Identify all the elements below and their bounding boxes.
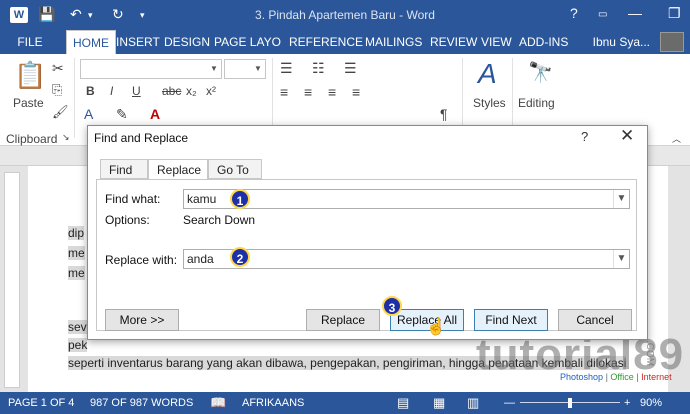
copy-icon[interactable]: ⎘	[52, 82, 62, 98]
multilevel-list-icon[interactable]: ☰	[344, 60, 357, 77]
tab-page-layout[interactable]: PAGE LAYO	[208, 30, 287, 54]
word-count[interactable]: 987 OF 987 WORDS	[90, 397, 193, 409]
ribbon-options-icon[interactable]: ▭	[598, 9, 607, 20]
help-icon[interactable]: ?	[570, 5, 578, 21]
replace-panel: Find what: kamu ▼ Options: Search Down R…	[96, 179, 637, 331]
tab-file[interactable]: FILE	[0, 30, 60, 54]
font-color-icon[interactable]: A	[150, 106, 160, 122]
find-next-button[interactable]: Find Next	[474, 309, 548, 331]
tab-references[interactable]: REFERENCE	[283, 30, 369, 54]
chevron-down-icon[interactable]: ▼	[613, 190, 629, 208]
watermark-tag-office: Office	[610, 372, 634, 382]
text-effects-icon[interactable]: A	[84, 106, 93, 122]
tab-go-to[interactable]: Go To	[208, 159, 262, 179]
font-size-combo[interactable]: ▼	[224, 59, 266, 79]
cancel-button[interactable]: Cancel	[558, 309, 632, 331]
replace-button[interactable]: Replace	[306, 309, 380, 331]
dialog-title: Find and Replace	[94, 131, 189, 145]
options-value: Search Down	[183, 213, 256, 227]
watermark-tagline: Photoshop | Office | Internet	[560, 372, 672, 382]
read-mode-icon[interactable]: ▤	[397, 395, 409, 411]
replace-with-value: anda	[187, 252, 214, 266]
zoom-in-icon[interactable]: +	[624, 397, 630, 409]
status-bar: PAGE 1 OF 4 987 OF 987 WORDS 📖 AFRIKAANS…	[0, 392, 690, 414]
superscript-button[interactable]: x²	[206, 84, 216, 98]
justify-icon[interactable]: ≡	[352, 84, 360, 100]
divider	[74, 58, 75, 138]
more-button[interactable]: More >>	[105, 309, 179, 331]
find-what-input[interactable]: kamu ▼	[183, 189, 630, 209]
replace-with-label: Replace with:	[105, 253, 178, 267]
document-text-line[interactable]: dip	[68, 226, 85, 240]
bold-button[interactable]: B	[86, 84, 95, 98]
proofing-icon[interactable]: 📖	[210, 395, 226, 411]
step-marker-1: 1	[230, 189, 250, 209]
step-marker-2: 2	[230, 247, 250, 267]
document-text-line[interactable]: sev	[68, 320, 87, 334]
numbering-icon[interactable]: ☷	[312, 60, 325, 77]
dialog-close-icon[interactable]: ✕	[620, 126, 634, 146]
chevron-down-icon[interactable]: ▼	[613, 250, 629, 268]
align-left-icon[interactable]: ≡	[280, 84, 288, 100]
web-layout-icon[interactable]: ▥	[467, 395, 479, 411]
replace-with-input[interactable]: anda ▼	[183, 249, 630, 269]
title-bar: W 💾 ↶ ▾ ↻ ▾ 3. Pindah Apartemen Baru - W…	[0, 0, 690, 30]
subscript-button[interactable]: x₂	[186, 84, 197, 98]
center-icon[interactable]: ≡	[304, 84, 312, 100]
document-text-line[interactable]: me	[68, 246, 85, 260]
underline-button[interactable]: U	[132, 84, 141, 98]
avatar[interactable]	[660, 32, 684, 52]
window-title: 3. Pindah Apartemen Baru - Word	[255, 8, 435, 22]
document-text-line[interactable]: me	[68, 266, 85, 280]
tab-add-ins[interactable]: ADD-INS	[513, 30, 574, 54]
zoom-slider-thumb[interactable]	[568, 398, 572, 408]
user-name[interactable]: Ibnu Sya...	[593, 35, 650, 49]
mouse-pointer-icon: ☝	[426, 319, 446, 336]
vertical-ruler[interactable]	[4, 172, 20, 388]
ribbon-tabs: FILE HOME INSERT DESIGN PAGE LAYO REFERE…	[0, 30, 690, 54]
bullets-icon[interactable]: ☰	[280, 60, 293, 77]
styles-button[interactable]: Styles	[473, 96, 506, 110]
dialog-help-icon[interactable]: ?	[581, 129, 588, 144]
collapse-ribbon-icon[interactable]: ︿	[672, 132, 681, 145]
highlight-color-icon[interactable]: ✎	[116, 106, 128, 123]
zoom-level[interactable]: 90%	[640, 397, 662, 409]
watermark-com: .COM	[644, 340, 655, 367]
find-replace-dialog: Find and Replace ? ✕ Find Replace Go To …	[87, 125, 648, 340]
chevron-down-icon[interactable]: ▼	[207, 60, 221, 78]
find-what-label: Find what:	[105, 192, 161, 206]
find-binoculars-icon[interactable]: 🔭	[528, 60, 553, 85]
tab-home[interactable]: HOME	[66, 30, 116, 54]
find-what-value: kamu	[187, 192, 217, 206]
format-painter-icon[interactable]: 🖌	[52, 104, 69, 120]
document-text-line[interactable]: pek	[68, 338, 88, 352]
strikethrough-button[interactable]: abc	[162, 84, 181, 98]
watermark-tag-internet: Internet	[641, 372, 672, 382]
chevron-down-icon[interactable]: ▼	[251, 60, 265, 78]
zoom-out-icon[interactable]: —	[504, 397, 515, 409]
font-name-combo[interactable]: ▼	[80, 59, 222, 79]
tab-find[interactable]: Find	[100, 159, 148, 179]
show-formatting-icon[interactable]: ¶	[440, 106, 448, 122]
tab-mailings[interactable]: MAILINGS	[359, 30, 428, 54]
restore-icon[interactable]: ❐	[668, 5, 681, 22]
paste-icon[interactable]: 📋	[14, 60, 46, 91]
print-layout-icon[interactable]: ▦	[433, 395, 445, 411]
editing-button[interactable]: Editing	[518, 96, 555, 110]
cut-icon[interactable]: ✂	[52, 60, 64, 77]
language-indicator[interactable]: AFRIKAANS	[242, 397, 304, 409]
step-marker-3: 3	[382, 296, 402, 316]
italic-button[interactable]: I	[110, 84, 113, 98]
page-count[interactable]: PAGE 1 OF 4	[8, 397, 74, 409]
options-label: Options:	[105, 213, 150, 227]
clipboard-group-label: Clipboard	[6, 132, 58, 146]
align-right-icon[interactable]: ≡	[328, 84, 336, 100]
styles-icon[interactable]: A	[478, 58, 497, 90]
watermark-tag-photoshop: Photoshop	[560, 372, 604, 382]
minimize-icon[interactable]: —	[628, 5, 642, 21]
tab-replace[interactable]: Replace	[148, 159, 208, 180]
tab-view[interactable]: VIEW	[475, 30, 518, 54]
paste-button[interactable]: Paste	[13, 96, 44, 110]
clipboard-launcher-icon[interactable]: ↘	[62, 132, 70, 143]
